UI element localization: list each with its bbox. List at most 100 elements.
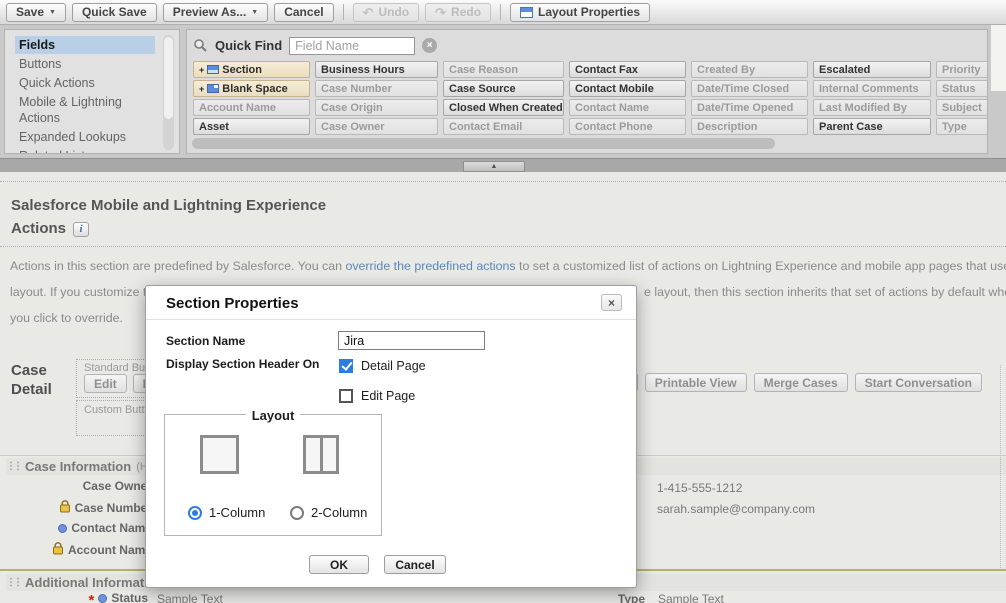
edit-page-checkbox-row: Edit Page [339, 389, 415, 403]
detail-page-checkbox[interactable] [339, 359, 353, 373]
blue-dot-icon [58, 524, 67, 533]
status-field-label[interactable]: * Status [0, 591, 148, 603]
palette-field-status[interactable]: Status [936, 80, 988, 97]
save-button[interactable]: Save▼ [6, 3, 66, 22]
section-name-input[interactable] [338, 331, 485, 350]
toolbar-divider [343, 4, 344, 20]
close-icon[interactable]: × [601, 294, 622, 311]
clear-search-icon[interactable]: × [422, 38, 437, 53]
override-actions-link[interactable]: override the predefined actions [345, 259, 515, 273]
account-name-field-label[interactable]: Account Name [0, 542, 152, 558]
palette-field-label: Escalated [819, 64, 870, 76]
quick-save-button[interactable]: Quick Save [72, 3, 157, 22]
edit-button[interactable]: Edit [84, 374, 127, 393]
palette-field-contact-mobile[interactable]: Contact Mobile [569, 80, 686, 97]
case-information-title: Case Information [25, 459, 131, 474]
collapse-palette-handle[interactable]: ▲ [463, 161, 525, 172]
field-value-phone: 1-415-555-1212 [657, 481, 742, 495]
sidebar-item-fields[interactable]: Fields [15, 36, 155, 54]
sidebar-scrollbar-thumb[interactable] [164, 37, 173, 119]
palette-field-contact-fax[interactable]: Contact Fax [569, 61, 686, 78]
palette-field-subject[interactable]: Subject [936, 99, 988, 116]
field-palette: Quick Find × +Section +Blank Space Account… [186, 29, 988, 154]
palette-field-section[interactable]: +Section [193, 61, 310, 78]
palette-field-escalated[interactable]: Escalated [813, 61, 931, 78]
section-icon [207, 65, 219, 74]
palette-field-date-time-closed[interactable]: Date/Time Closed [691, 80, 808, 97]
palette-field-contact-name[interactable]: Contact Name [569, 99, 686, 116]
redo-icon: ↷ [435, 6, 446, 19]
required-icon: * [88, 596, 94, 603]
section-name-label: Section Name [166, 334, 245, 348]
palette-field-label: Description [697, 121, 758, 133]
palette-field-asset[interactable]: Asset [193, 118, 310, 135]
start-conversation-button[interactable]: Start Conversation [855, 373, 982, 392]
actions-paragraph-line2-right: e layout, then this section inherits tha… [644, 285, 1006, 299]
palette-field-internal-comments[interactable]: Internal Comments [813, 80, 931, 97]
case-owner-field-label[interactable]: Case Owner [0, 479, 152, 493]
case-number-field-label[interactable]: Case Number [0, 500, 152, 516]
ok-button[interactable]: OK [309, 555, 369, 574]
actions-paragraph-line1: Actions in this section are predefined b… [10, 259, 1006, 273]
palette-field-closed-when-created[interactable]: Closed When Created [443, 99, 564, 116]
layout-properties-button[interactable]: Layout Properties [510, 3, 650, 22]
info-icon[interactable]: i [73, 222, 89, 237]
field-label-text: Account Name [68, 543, 152, 557]
contact-name-field-label[interactable]: Contact Name [0, 521, 152, 535]
palette-field-account-name[interactable]: Account Name [193, 99, 310, 116]
palette-field-case-reason[interactable]: Case Reason [443, 61, 564, 78]
palette-field-blank-space[interactable]: +Blank Space [193, 80, 310, 97]
field-value-email: sarah.sample@company.com [657, 502, 815, 516]
palette-field-label: Case Owner [321, 121, 385, 133]
edit-page-checkbox[interactable] [339, 389, 353, 403]
sidebar-item-expanded-lookups[interactable]: Expanded Lookups [15, 128, 155, 146]
palette-field-label: Priority [942, 64, 981, 76]
cancel-button-dialog[interactable]: Cancel [384, 555, 446, 574]
plus-icon: + [199, 65, 204, 75]
edit-page-checkbox-label: Edit Page [361, 389, 415, 403]
palette-field-type[interactable]: Type [936, 118, 988, 135]
palette-field-last-modified-by[interactable]: Last Modified By [813, 99, 931, 116]
palette-field-case-origin[interactable]: Case Origin [315, 99, 438, 116]
palette-field-description[interactable]: Description [691, 118, 808, 135]
palette-field-created-by[interactable]: Created By [691, 61, 808, 78]
search-icon [193, 38, 208, 53]
palette-field-business-hours[interactable]: Business Hours [315, 61, 438, 78]
printable-view-button[interactable]: Printable View [645, 373, 747, 392]
toolbar-divider [500, 4, 501, 20]
palette-field-case-number[interactable]: Case Number [315, 80, 438, 97]
palette-field-parent-case[interactable]: Parent Case [813, 118, 931, 135]
dialog-title-divider [146, 319, 636, 320]
2-column-radio-row: 2-Column [290, 505, 367, 520]
toolbar: Save▼ Quick Save Preview As...▼ Cancel ↶… [0, 0, 1006, 25]
quick-find-input[interactable] [289, 37, 415, 55]
drag-handle-icon[interactable]: ⋮⋮ [6, 577, 20, 588]
quick-find-row: Quick Find × [193, 34, 987, 57]
1-column-radio[interactable] [188, 506, 202, 520]
merge-cases-button[interactable]: Merge Cases [754, 373, 848, 392]
sidebar-item-mobile-lightning-actions[interactable]: Mobile & Lightning Actions [15, 93, 155, 127]
palette-field-contact-email[interactable]: Contact Email [443, 118, 564, 135]
sidebar-item-related-lists[interactable]: Related Lists [15, 147, 155, 154]
sidebar-item-buttons[interactable]: Buttons [15, 55, 155, 73]
palette-field-contact-phone[interactable]: Contact Phone [569, 118, 686, 135]
plus-icon: + [199, 84, 204, 94]
palette-field-date-time-opened[interactable]: Date/Time Opened [691, 99, 808, 116]
sidebar-item-quick-actions[interactable]: Quick Actions [15, 74, 155, 92]
preview-as-button[interactable]: Preview As...▼ [163, 3, 269, 22]
palette-horizontal-scrollbar[interactable] [192, 138, 775, 149]
palette-field-priority[interactable]: Priority [936, 61, 988, 78]
actions-paragraph-line2-left: layout. If you customize t [10, 285, 146, 299]
2-column-radio[interactable] [290, 506, 304, 520]
sidebar-scrollbar[interactable] [163, 35, 174, 150]
palette-field-case-source[interactable]: Case Source [443, 80, 564, 97]
drag-handle-icon[interactable]: ⋮⋮ [6, 461, 20, 472]
separator [0, 181, 1006, 182]
actions-heading-line1: Salesforce Mobile and Lightning Experien… [11, 197, 326, 214]
palette-field-label: Contact Fax [575, 64, 638, 76]
type-field-label[interactable]: Type [560, 592, 645, 603]
save-caret-icon[interactable]: ▼ [49, 9, 56, 16]
palette-field-case-owner[interactable]: Case Owner [315, 118, 438, 135]
field-label-text: Case Owner [83, 479, 152, 493]
cancel-button[interactable]: Cancel [274, 3, 333, 22]
